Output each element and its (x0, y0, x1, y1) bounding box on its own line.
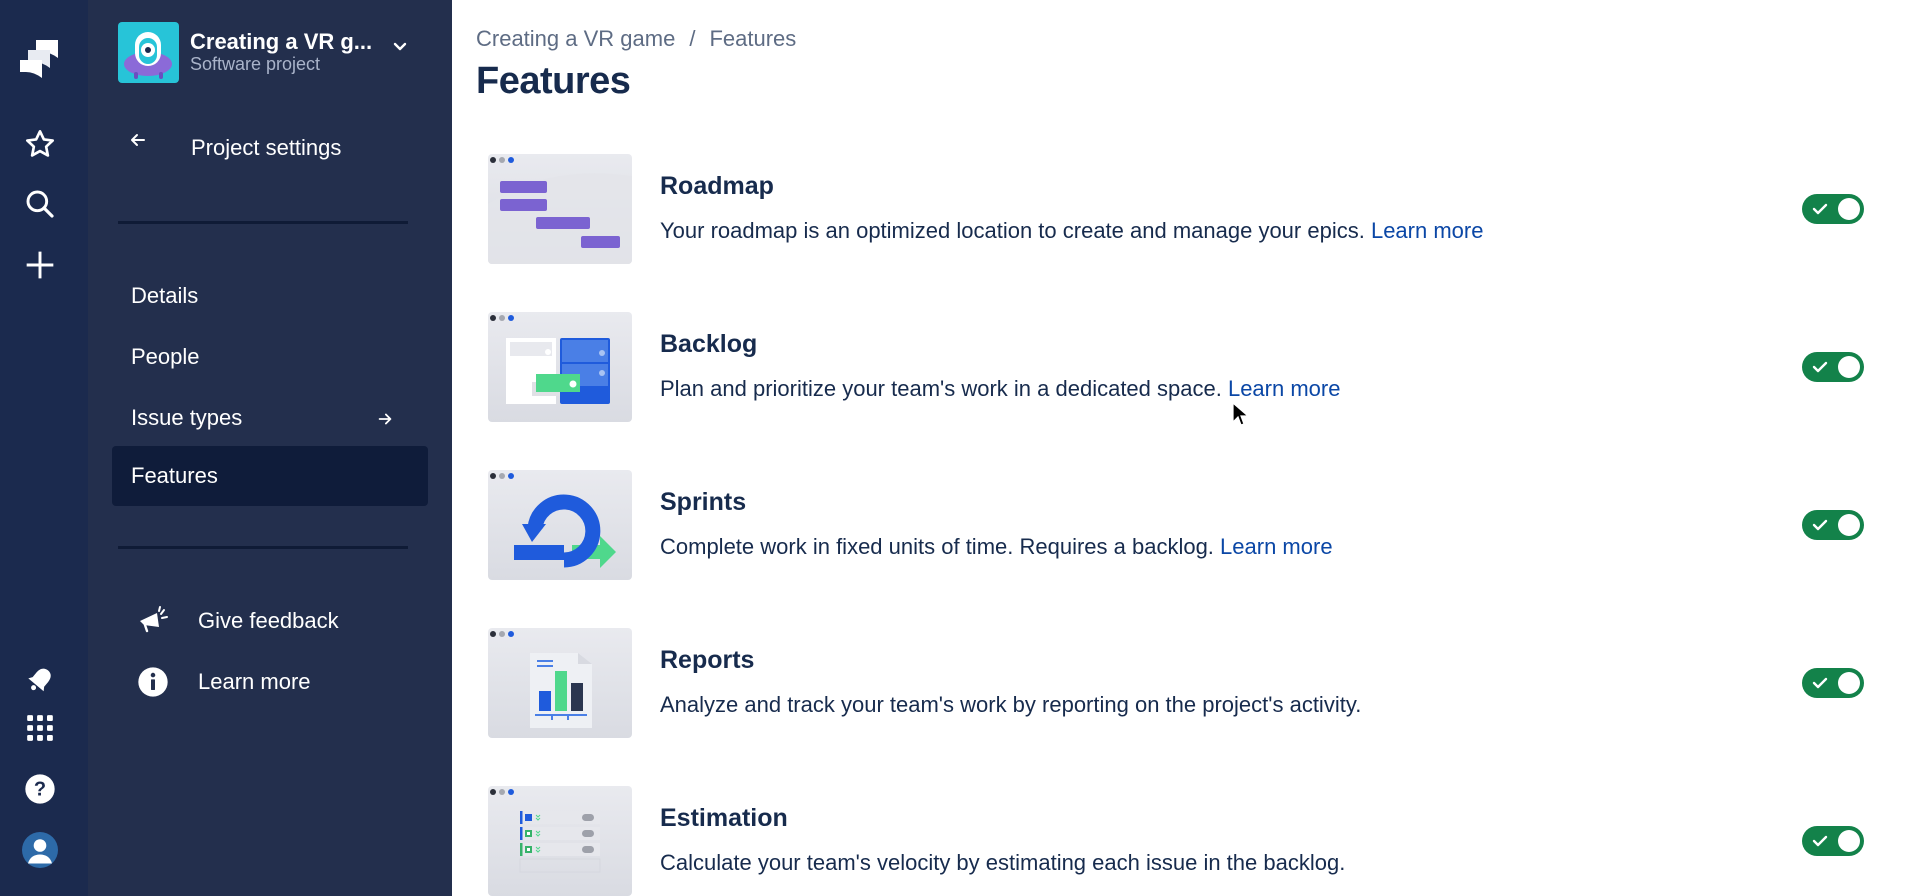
project-sidebar: Creating a VR g... Software project Proj… (88, 0, 452, 896)
plus-icon[interactable] (20, 245, 60, 285)
check-icon (1812, 519, 1828, 531)
arrow-right-icon (376, 408, 394, 434)
feature-estimation: Estimation Calculate your team's velocit… (488, 786, 1888, 896)
sidebar-item-label: Details (131, 283, 199, 308)
chevron-down-icon[interactable] (392, 40, 408, 58)
feature-roadmap: Roadmap Your roadmap is an optimized loc… (488, 154, 1888, 264)
sidebar-item-people[interactable]: People (112, 327, 428, 387)
feature-description: Complete work in fixed units of time. Re… (660, 534, 1333, 560)
backlog-illustration (488, 312, 632, 422)
global-nav-rail: ? (0, 0, 88, 896)
toggle-knob (1838, 830, 1860, 852)
check-icon (1812, 677, 1828, 689)
learn-more-link[interactable]: Learn more (1220, 534, 1333, 559)
sidebar-divider (118, 221, 408, 224)
roadmap-toggle[interactable] (1802, 194, 1864, 224)
feature-sprints: Sprints Complete work in fixed units of … (488, 470, 1888, 580)
arrow-left-icon (128, 130, 148, 155)
feature-description: Plan and prioritize your team's work in … (660, 376, 1340, 402)
learn-more-button[interactable]: Learn more (136, 662, 311, 702)
feature-reports: Reports Analyze and track your team's wo… (488, 628, 1888, 738)
info-icon (136, 665, 170, 699)
help-icon[interactable]: ? (20, 769, 60, 809)
backlog-toggle[interactable] (1802, 352, 1864, 382)
check-icon (1812, 361, 1828, 373)
sidebar-item-details[interactable]: Details (112, 266, 428, 326)
back-button[interactable] (128, 130, 148, 155)
toggle-knob (1838, 198, 1860, 220)
sidebar-item-label: Features (131, 463, 218, 488)
user-avatar-icon[interactable] (20, 830, 60, 870)
feature-description: Your roadmap is an optimized location to… (660, 218, 1483, 244)
star-icon[interactable] (20, 124, 60, 164)
learn-more-link[interactable]: Learn more (1371, 218, 1484, 243)
app-switcher-icon[interactable] (20, 708, 60, 748)
notification-bell-icon[interactable] (20, 660, 60, 700)
sidebar-item-features[interactable]: Features (112, 446, 428, 506)
jira-logo-icon[interactable] (20, 38, 60, 78)
project-type: Software project (190, 54, 321, 75)
feature-name: Sprints (660, 488, 747, 516)
feature-name: Roadmap (660, 172, 774, 200)
toggle-knob (1838, 672, 1860, 694)
sidebar-item-label: People (131, 344, 200, 369)
feature-description-text: Plan and prioritize your team's work in … (660, 376, 1222, 401)
page-title: Features (476, 60, 631, 102)
sidebar-item-label: Issue types (131, 405, 243, 430)
project-avatar (118, 21, 179, 83)
feature-description-text: Calculate your team's velocity by estima… (660, 850, 1346, 875)
feature-description-text: Your roadmap is an optimized location to… (660, 218, 1365, 243)
learn-more-label: Learn more (198, 669, 311, 694)
roadmap-illustration (488, 154, 632, 264)
check-icon (1812, 203, 1828, 215)
breadcrumb-project-link[interactable]: Creating a VR game (476, 26, 675, 52)
sprints-illustration (488, 470, 632, 580)
svg-text:?: ? (34, 779, 46, 801)
sidebar-divider (118, 546, 408, 549)
feature-name: Estimation (660, 804, 788, 832)
give-feedback-label: Give feedback (198, 608, 339, 633)
feature-name: Backlog (660, 330, 758, 358)
feature-backlog: Backlog Plan and prioritize your team's … (488, 312, 1888, 422)
breadcrumb: Creating a VR game / Features (476, 26, 796, 52)
feature-description: Calculate your team's velocity by estima… (660, 850, 1345, 876)
search-icon[interactable] (20, 184, 60, 224)
feature-description-text: Analyze and track your team's work by re… (660, 692, 1362, 717)
project-name: Creating a VR g... (190, 29, 373, 54)
feature-description: Analyze and track your team's work by re… (660, 692, 1361, 718)
learn-more-link[interactable]: Learn more (1228, 376, 1341, 401)
reports-toggle[interactable] (1802, 668, 1864, 698)
project-settings-heading: Project settings (191, 135, 342, 160)
toggle-knob (1838, 356, 1860, 378)
breadcrumb-separator: / (689, 26, 696, 51)
sprints-toggle[interactable] (1802, 510, 1864, 540)
check-icon (1812, 835, 1828, 847)
breadcrumb-current-link[interactable]: Features (709, 26, 796, 52)
feature-description-text: Complete work in fixed units of time. Re… (660, 534, 1214, 559)
main-content: Creating a VR game / Features Features R… (452, 0, 1920, 896)
sidebar-item-issue-types[interactable]: Issue types (112, 388, 428, 448)
project-switcher[interactable]: Creating a VR g... Software project (118, 21, 418, 83)
feature-name: Reports (660, 646, 755, 674)
toggle-knob (1838, 514, 1860, 536)
estimation-toggle[interactable] (1802, 826, 1864, 856)
give-feedback-button[interactable]: Give feedback (136, 601, 339, 641)
reports-illustration (488, 628, 632, 738)
megaphone-icon (136, 604, 170, 638)
estimation-illustration (488, 786, 632, 896)
